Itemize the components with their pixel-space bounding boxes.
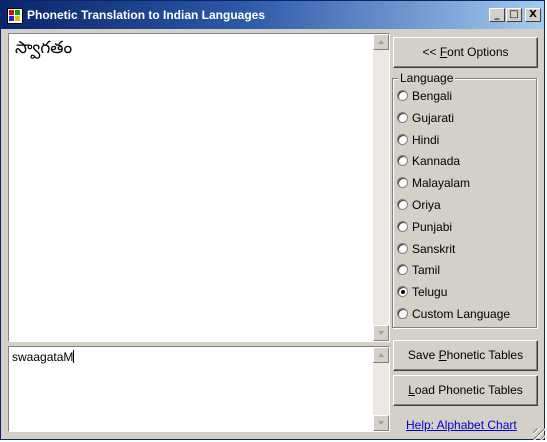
font-options-button[interactable]: << Font Options: [393, 37, 538, 68]
radio-button-icon[interactable]: [397, 308, 408, 319]
scroll-down-button[interactable]: [373, 325, 389, 341]
save-label-accel: P: [438, 348, 447, 362]
radio-button-icon[interactable]: [397, 264, 408, 275]
scroll-up-button[interactable]: [373, 347, 389, 363]
language-option-label: Gujarati: [412, 111, 455, 125]
phonetic-input-text: swaagataM: [12, 350, 74, 364]
radio-button-icon[interactable]: [397, 155, 408, 166]
language-option-tamil[interactable]: Tamil: [396, 261, 534, 279]
font-options-label: ont Options: [447, 45, 509, 59]
save-label-end: honetic Tables: [446, 348, 524, 362]
radio-button-icon[interactable]: [397, 90, 408, 101]
language-option-label: Oriya: [412, 198, 441, 212]
close-button[interactable]: X: [525, 8, 541, 22]
load-label-end: oad Phonetic Tables: [414, 383, 523, 397]
language-legend: Language: [398, 71, 456, 85]
language-option-hindi[interactable]: Hindi: [396, 131, 534, 149]
input-textbox[interactable]: swaagataM: [8, 346, 390, 432]
translated-text: స్వాగతం: [15, 38, 73, 57]
scroll-down-button[interactable]: [373, 415, 389, 431]
load-label-accel: L: [408, 383, 415, 397]
resize-grip[interactable]: [533, 428, 545, 440]
language-option-malayalam[interactable]: Malayalam: [396, 174, 534, 192]
font-options-prefix: <<: [422, 45, 440, 59]
language-option-label: Kannada: [412, 154, 461, 168]
app-icon[interactable]: [7, 8, 23, 24]
language-option-label: Punjabi: [412, 220, 453, 234]
radio-button-icon[interactable]: [397, 221, 408, 232]
radio-button-icon[interactable]: [397, 243, 408, 254]
radio-button-icon[interactable]: [397, 134, 408, 145]
minimize-button[interactable]: _: [489, 8, 505, 22]
radio-button-icon[interactable]: [397, 199, 408, 210]
language-option-label: Hindi: [412, 133, 440, 147]
radio-button-icon[interactable]: [397, 112, 408, 123]
save-phonetic-tables-button[interactable]: Save Phonetic Tables: [393, 340, 538, 371]
language-option-label: Malayalam: [412, 176, 471, 190]
load-phonetic-tables-button[interactable]: Load Phonetic Tables: [393, 375, 538, 406]
language-option-label: Tamil: [412, 263, 441, 277]
maximize-button[interactable]: □: [506, 8, 522, 22]
language-option-custom-language[interactable]: Custom Language: [396, 305, 534, 323]
language-option-label: Telugu: [412, 285, 448, 299]
input-scrollbar[interactable]: [373, 347, 389, 431]
language-option-gujarati[interactable]: Gujarati: [396, 109, 534, 127]
arrow-up-icon: [378, 353, 384, 357]
phonetic-input-value: swaagataM: [12, 350, 75, 364]
language-option-sanskrit[interactable]: Sanskrit: [396, 240, 534, 258]
language-option-bengali[interactable]: Bengali: [396, 87, 534, 105]
window-title: Phonetic Translation to Indian Languages: [27, 8, 266, 22]
scroll-up-button[interactable]: [373, 34, 389, 50]
arrow-up-icon: [378, 40, 384, 44]
output-scrollbar[interactable]: [373, 34, 389, 341]
radio-button-icon[interactable]: [397, 286, 408, 297]
arrow-down-icon: [378, 331, 384, 335]
arrow-down-icon: [378, 421, 384, 425]
text-caret: [73, 350, 75, 363]
language-option-label: Custom Language: [412, 307, 511, 321]
language-option-label: Bengali: [412, 89, 453, 103]
language-option-kannada[interactable]: Kannada: [396, 152, 534, 170]
save-label-start: Save: [407, 348, 439, 362]
language-option-punjabi[interactable]: Punjabi: [396, 218, 534, 236]
radio-button-icon[interactable]: [397, 177, 408, 188]
title-bar[interactable]: Phonetic Translation to Indian Languages…: [1, 1, 544, 29]
output-textbox[interactable]: స్వాగతం: [8, 33, 390, 342]
language-option-oriya[interactable]: Oriya: [396, 196, 534, 214]
language-option-label: Sanskrit: [412, 242, 456, 256]
language-option-telugu[interactable]: Telugu: [396, 283, 534, 301]
help-alphabet-chart-link[interactable]: Help: Alphabet Chart: [406, 418, 517, 432]
